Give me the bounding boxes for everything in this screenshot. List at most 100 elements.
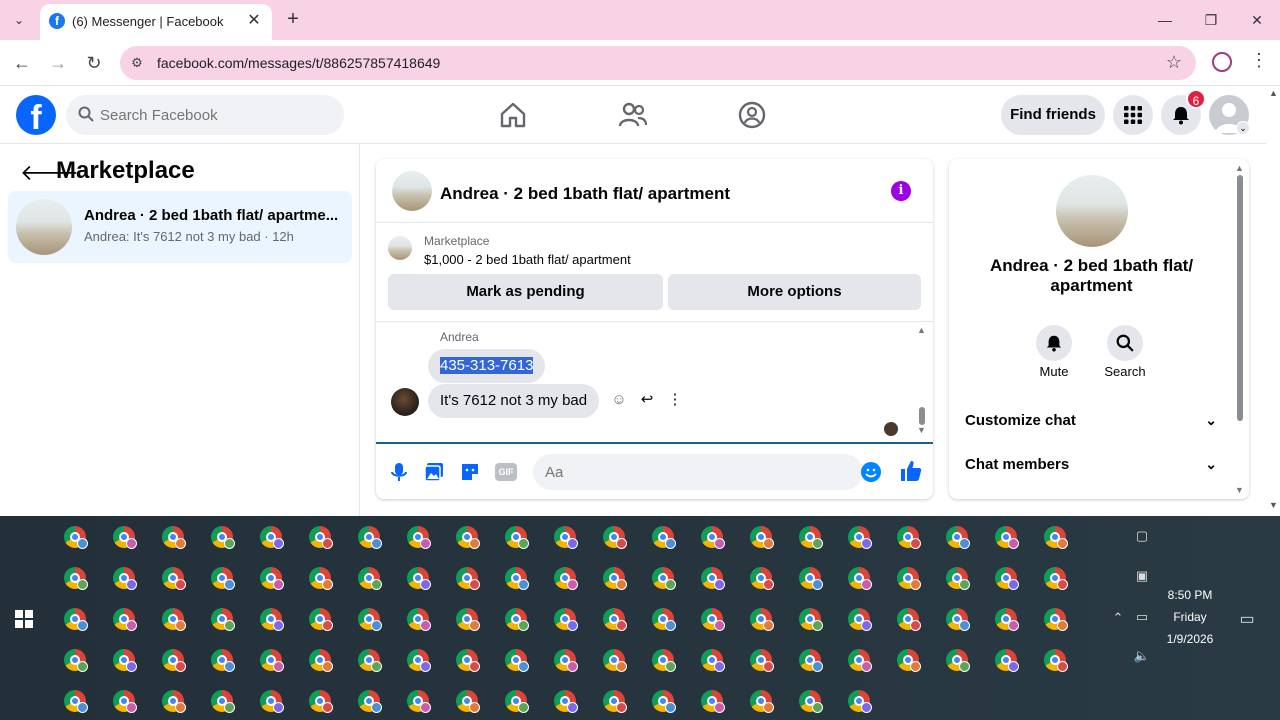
chrome-profile-icon[interactable] <box>995 526 1019 549</box>
chrome-profile-icon[interactable] <box>652 608 676 631</box>
emoji-icon[interactable] <box>861 462 881 482</box>
chrome-profile-icon[interactable] <box>652 567 676 590</box>
mark-as-pending-button[interactable]: Mark as pending <box>388 274 663 310</box>
chat-members-row[interactable]: Chat members ⌄ <box>965 456 1221 480</box>
chrome-profile-icon[interactable] <box>848 608 872 631</box>
message-bubble[interactable]: It's 7612 not 3 my bad <box>428 384 600 418</box>
message-bubble[interactable]: 435-313-7613 <box>428 349 546 383</box>
home-icon[interactable] <box>498 100 528 130</box>
chrome-profile-icon[interactable] <box>113 608 137 631</box>
scroll-down-icon[interactable]: ▼ <box>1235 485 1244 495</box>
chrome-profile-icon[interactable] <box>1044 649 1068 672</box>
chrome-profile-icon[interactable] <box>358 526 382 549</box>
customize-chat-row[interactable]: Customize chat ⌄ <box>965 412 1221 436</box>
message-input[interactable] <box>533 454 863 490</box>
chrome-profile-icon[interactable] <box>309 649 333 672</box>
tray-phone-icon[interactable]: ▢ <box>1132 528 1152 544</box>
url-text[interactable]: facebook.com/messages/t/886257857418649 <box>157 55 440 71</box>
omnibox[interactable]: ⚙ facebook.com/messages/t/88625785741864… <box>120 46 1196 80</box>
chrome-profile-icon[interactable] <box>358 649 382 672</box>
chrome-profile-icon[interactable] <box>456 526 480 549</box>
chrome-profile-icon[interactable] <box>750 608 774 631</box>
chrome-profile-icon[interactable] <box>456 608 480 631</box>
chrome-profile-icon[interactable] <box>603 526 627 549</box>
chrome-profile-icon[interactable] <box>652 690 676 713</box>
action-center-icon[interactable]: ▭ <box>1237 609 1257 629</box>
chrome-profile-icon[interactable] <box>211 526 235 549</box>
chrome-profile-icon[interactable] <box>897 608 921 631</box>
scroll-down-icon[interactable]: ▼ <box>1269 500 1278 510</box>
chrome-profile-icon[interactable] <box>64 608 88 631</box>
new-tab-plus-icon[interactable]: + <box>282 8 304 30</box>
chrome-profile-icon[interactable] <box>799 649 823 672</box>
chrome-profile-icon[interactable] <box>407 649 431 672</box>
scroll-up-icon[interactable]: ▲ <box>917 325 926 335</box>
mute-button[interactable] <box>1036 325 1072 361</box>
chrome-profile-icon[interactable] <box>309 690 333 713</box>
chrome-profile-icon[interactable] <box>211 649 235 672</box>
info-icon[interactable]: i <box>891 181 911 201</box>
tab-search-chevron-icon[interactable]: ⌄ <box>8 10 30 30</box>
chrome-profile-icon[interactable] <box>64 567 88 590</box>
photo-icon[interactable] <box>423 461 445 483</box>
chrome-profile-icon[interactable] <box>309 608 333 631</box>
chrome-profile-icon[interactable] <box>652 649 676 672</box>
chrome-profile-icon[interactable] <box>701 608 725 631</box>
chrome-profile-icon[interactable] <box>750 649 774 672</box>
chrome-profile-icon[interactable] <box>603 649 627 672</box>
reply-icon[interactable]: ↩ <box>637 390 657 410</box>
chrome-profile-icon[interactable] <box>848 649 872 672</box>
facebook-logo-icon[interactable]: f <box>16 95 56 137</box>
more-options-button[interactable]: More options <box>668 274 921 310</box>
chrome-profile-icon[interactable] <box>750 690 774 713</box>
sender-avatar[interactable] <box>391 388 419 416</box>
chrome-profile-icon[interactable] <box>407 526 431 549</box>
chrome-profile-icon[interactable] <box>652 526 676 549</box>
chat-title[interactable]: Andrea · 2 bed 1bath flat/ apartment <box>440 184 730 204</box>
clock-date[interactable]: 1/9/2026 <box>1160 632 1220 646</box>
browser-menu-icon[interactable]: ⋮ <box>1250 50 1268 71</box>
window-close-icon[interactable]: ✕ <box>1246 10 1268 30</box>
chrome-profile-icon[interactable] <box>701 526 725 549</box>
chrome-profile-icon[interactable] <box>162 690 186 713</box>
bookmark-star-icon[interactable]: ☆ <box>1166 52 1182 73</box>
thumbs-up-icon[interactable] <box>899 459 923 483</box>
chrome-profile-icon[interactable] <box>505 608 529 631</box>
microphone-icon[interactable] <box>388 461 410 483</box>
chrome-profile-icon[interactable] <box>407 567 431 590</box>
chrome-profile-icon[interactable] <box>897 526 921 549</box>
groups-icon[interactable] <box>737 100 767 130</box>
restore-icon[interactable]: ❐ <box>1200 10 1222 30</box>
chrome-profile-icon[interactable] <box>995 649 1019 672</box>
chrome-profile-icon[interactable] <box>946 608 970 631</box>
chrome-profile-icon[interactable] <box>211 608 235 631</box>
conversation-item[interactable]: Andrea · 2 bed 1bath flat/ apartme... An… <box>8 191 352 263</box>
facebook-search[interactable] <box>66 95 344 135</box>
chrome-profile-icon[interactable] <box>456 649 480 672</box>
chrome-profile-icon[interactable] <box>505 649 529 672</box>
chrome-profile-icon[interactable] <box>358 690 382 713</box>
find-friends-button[interactable]: Find friends <box>1001 95 1105 135</box>
chrome-profile-icon[interactable] <box>162 608 186 631</box>
browser-profile-icon[interactable] <box>1212 52 1232 72</box>
chrome-profile-icon[interactable] <box>113 526 137 549</box>
scroll-up-icon[interactable]: ▲ <box>1269 88 1278 98</box>
search-input[interactable] <box>100 95 330 135</box>
chrome-profile-icon[interactable] <box>995 567 1019 590</box>
chrome-profile-icon[interactable] <box>946 567 970 590</box>
menu-grid-button[interactable] <box>1113 95 1153 135</box>
chrome-profile-icon[interactable] <box>799 690 823 713</box>
chrome-profile-icon[interactable] <box>946 526 970 549</box>
chrome-profile-icon[interactable] <box>309 526 333 549</box>
chrome-profile-icon[interactable] <box>701 649 725 672</box>
friends-icon[interactable] <box>618 100 648 130</box>
chrome-profile-icon[interactable] <box>897 649 921 672</box>
tab-close-icon[interactable]: ✕ <box>244 11 264 31</box>
message-list[interactable]: Andrea 435-313-7613 It's 7612 not 3 my b… <box>376 321 933 439</box>
scroll-up-icon[interactable]: ▲ <box>1235 163 1244 173</box>
chrome-profile-icon[interactable] <box>603 690 627 713</box>
chrome-profile-icon[interactable] <box>260 690 284 713</box>
forward-icon[interactable]: → <box>46 52 70 74</box>
chrome-profile-icon[interactable] <box>113 567 137 590</box>
chrome-profile-icon[interactable] <box>407 690 431 713</box>
